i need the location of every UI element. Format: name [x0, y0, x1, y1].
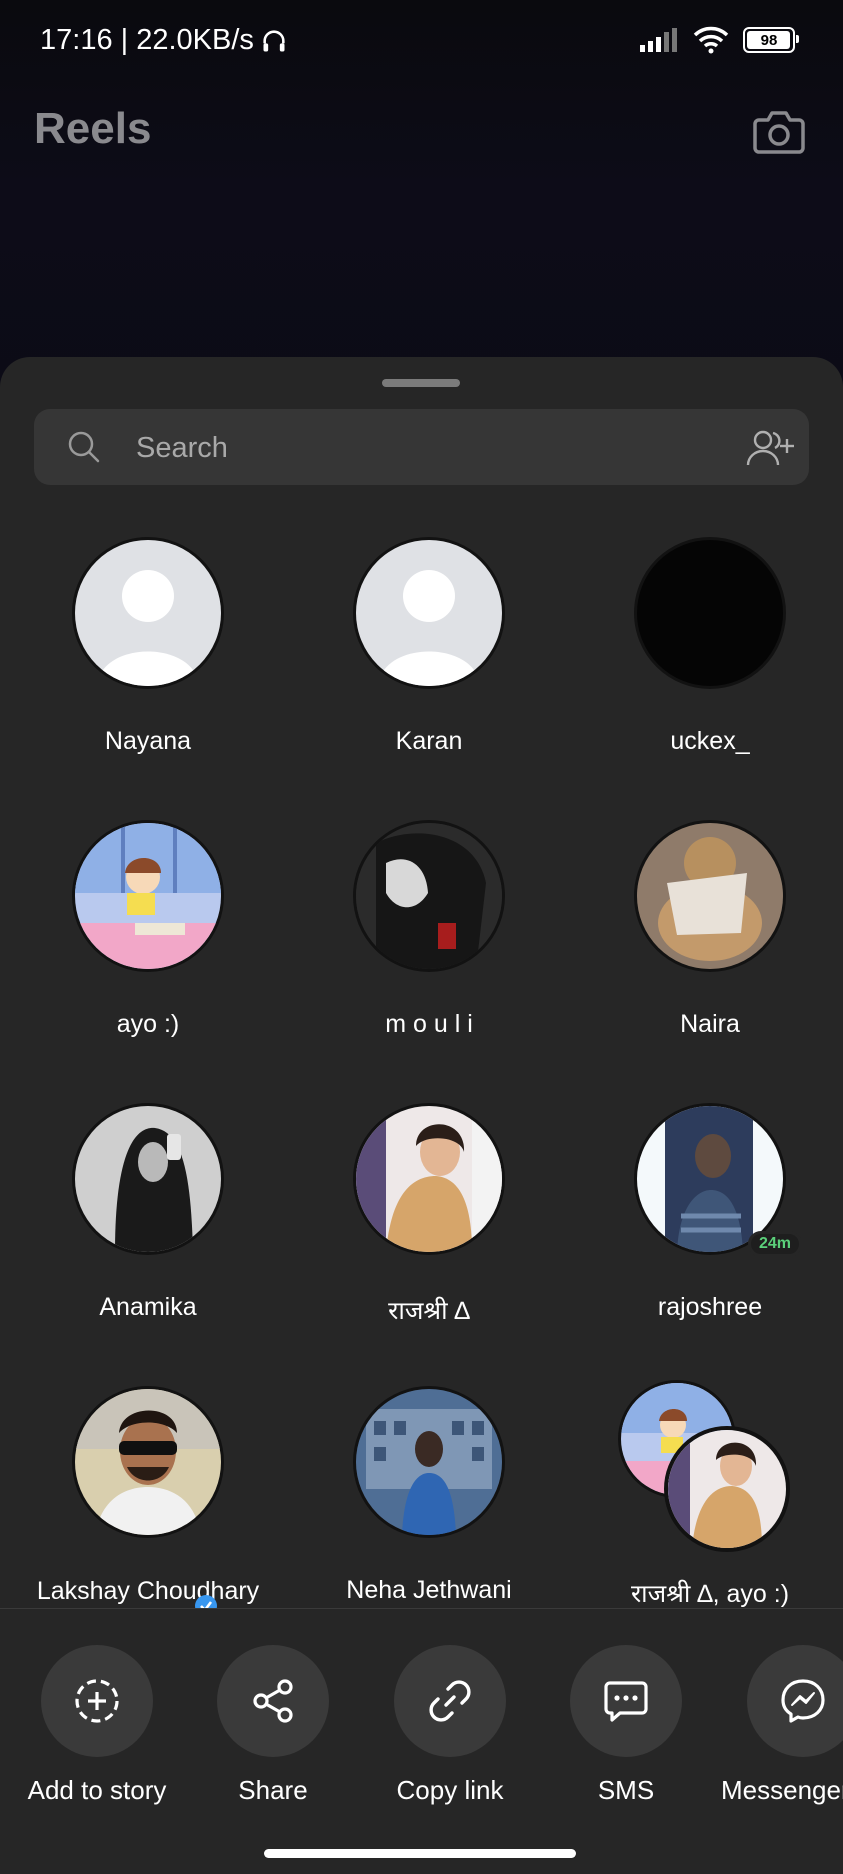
contact-name: Nayana — [104, 727, 192, 755]
black-avatar — [634, 537, 786, 689]
actions-overflow-clip: Messenger — [715, 1609, 843, 1874]
home-indicator[interactable] — [264, 1849, 576, 1858]
teddy-bear-avatar — [634, 820, 786, 972]
photo-avatar — [353, 1103, 505, 1255]
contact-name: rajoshree — [657, 1293, 763, 1321]
contact-name: Naira — [680, 1010, 740, 1038]
group-avatar — [618, 1380, 790, 1552]
action-label: SMS — [597, 1775, 655, 1805]
action-label: Share — [238, 1775, 308, 1805]
status-bar-right: 98 — [639, 26, 799, 54]
action-label: Messenger — [721, 1775, 843, 1805]
page-title: Reels — [34, 104, 152, 153]
contact-name: ayo :) — [116, 1010, 180, 1038]
status-bar-left: 17:16 | 22.0KB/s — [40, 24, 288, 57]
contact-name: राजश्री ∆ — [388, 1297, 470, 1325]
contacts-grid: Nayana Karan uckex_ ayo:) m o u l i Nai… — [0, 537, 843, 1607]
share-actions-bar: Add to story Share Copy link SMS Messeng… — [0, 1608, 843, 1874]
wifi-icon — [693, 26, 729, 54]
headphones-icon — [263, 29, 285, 51]
contact-name: राजश्री ∆, ayo :) — [630, 1580, 790, 1607]
status-time-speed: 17:16 | 22.0KB/s — [40, 24, 254, 56]
cartoon-girl-avatar — [72, 820, 224, 972]
add-people-icon[interactable] — [745, 427, 797, 469]
anime-avatar — [353, 820, 505, 972]
contact-name: Anamika — [99, 1293, 197, 1321]
group-avatar-front — [664, 1426, 790, 1552]
search-input[interactable] — [134, 409, 738, 487]
search-icon — [68, 431, 100, 463]
active-time-badge: 24m — [748, 1231, 803, 1257]
add-story-icon — [41, 1645, 153, 1757]
signal-icon — [640, 28, 677, 52]
drag-handle[interactable] — [382, 379, 460, 387]
battery-percent: 98 — [760, 31, 778, 49]
link-icon — [394, 1645, 506, 1757]
photo-avatar — [353, 1386, 505, 1538]
search-bar — [34, 409, 809, 487]
action-label: Add to story — [27, 1775, 167, 1805]
messenger-icon — [747, 1645, 843, 1757]
contact-name: Neha Jethwani — [346, 1576, 512, 1604]
action-label: Copy link — [396, 1775, 504, 1805]
camera-icon[interactable] — [751, 104, 807, 160]
contact-name: Karan — [395, 727, 463, 755]
battery-icon: 98 — [743, 27, 799, 53]
default-avatar — [353, 537, 505, 689]
share-icon — [217, 1645, 329, 1757]
photo-avatar — [72, 1386, 224, 1538]
sms-icon — [570, 1645, 682, 1757]
contact-name: uckex_ — [670, 727, 750, 755]
default-avatar — [72, 537, 224, 689]
contact-name: m o u l i — [385, 1010, 473, 1038]
mirror-selfie-avatar — [72, 1103, 224, 1255]
contact-name: Lakshay Choudhary — [36, 1577, 260, 1605]
